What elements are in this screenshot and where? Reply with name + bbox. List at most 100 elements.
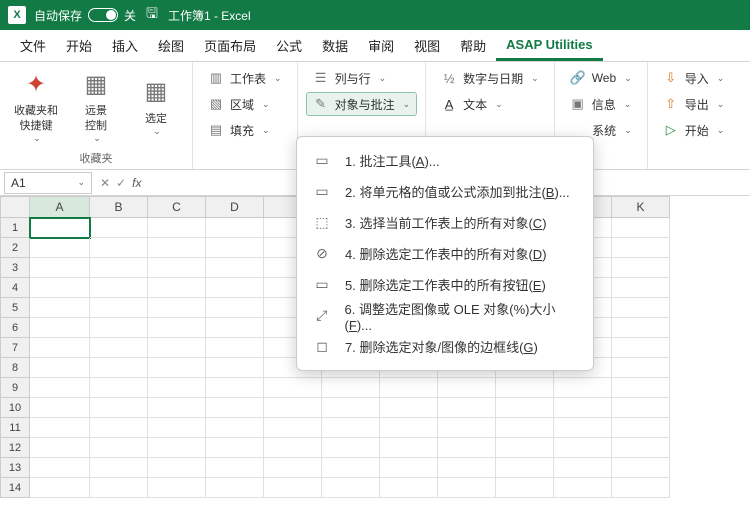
cell[interactable]: [206, 318, 264, 338]
select-all-corner[interactable]: [0, 196, 30, 218]
cell[interactable]: [380, 478, 438, 498]
cell[interactable]: [30, 318, 90, 338]
tab-home[interactable]: 开始: [56, 30, 102, 61]
cell[interactable]: [554, 458, 612, 478]
cell[interactable]: [148, 378, 206, 398]
cell[interactable]: [148, 478, 206, 498]
cell[interactable]: [206, 218, 264, 238]
row-header[interactable]: 7: [0, 338, 30, 358]
fill-button[interactable]: ▤填充⌄: [201, 118, 289, 142]
cell[interactable]: [90, 318, 148, 338]
cell[interactable]: [30, 398, 90, 418]
start-button[interactable]: ▷开始⌄: [656, 118, 732, 142]
tab-draw[interactable]: 绘图: [148, 30, 194, 61]
cell[interactable]: [148, 318, 206, 338]
cell[interactable]: [264, 478, 322, 498]
tab-formulas[interactable]: 公式: [266, 30, 312, 61]
favorites-button[interactable]: ✦收藏夹和 快捷键⌄: [8, 66, 64, 148]
dropdown-item[interactable]: ◻7. 删除选定对象/图像的边框线(G): [297, 331, 593, 362]
cell[interactable]: [612, 358, 670, 378]
cell[interactable]: [554, 398, 612, 418]
cell[interactable]: [322, 478, 380, 498]
cell[interactable]: [554, 438, 612, 458]
cell[interactable]: [612, 298, 670, 318]
cell[interactable]: [612, 318, 670, 338]
cell[interactable]: [30, 218, 90, 238]
tab-file[interactable]: 文件: [10, 30, 56, 61]
cell[interactable]: [30, 478, 90, 498]
cell[interactable]: [380, 398, 438, 418]
web-button[interactable]: 🔗Web⌄: [563, 66, 639, 90]
cell[interactable]: [496, 438, 554, 458]
dropdown-item[interactable]: ▭2. 将单元格的值或公式添加到批注(B)...: [297, 176, 593, 207]
column-header[interactable]: A: [30, 196, 90, 218]
toggle-switch[interactable]: [88, 8, 118, 22]
row-header[interactable]: 12: [0, 438, 30, 458]
cell[interactable]: [554, 378, 612, 398]
cell[interactable]: [264, 458, 322, 478]
row-header[interactable]: 1: [0, 218, 30, 238]
cell[interactable]: [496, 398, 554, 418]
cell[interactable]: [496, 458, 554, 478]
cell[interactable]: [264, 398, 322, 418]
cell[interactable]: [148, 278, 206, 298]
column-header[interactable]: B: [90, 196, 148, 218]
export-button[interactable]: ⇧导出⌄: [656, 92, 732, 116]
cell[interactable]: [438, 458, 496, 478]
row-header[interactable]: 10: [0, 398, 30, 418]
info-button[interactable]: ▣信息⌄: [563, 92, 639, 116]
cell[interactable]: [30, 258, 90, 278]
cell[interactable]: [438, 378, 496, 398]
cell[interactable]: [30, 338, 90, 358]
cell[interactable]: [206, 258, 264, 278]
column-header[interactable]: K: [612, 196, 670, 218]
cell[interactable]: [90, 238, 148, 258]
cell[interactable]: [612, 438, 670, 458]
tab-view[interactable]: 视图: [404, 30, 450, 61]
cell[interactable]: [148, 458, 206, 478]
cell[interactable]: [206, 478, 264, 498]
cell[interactable]: [496, 378, 554, 398]
cell[interactable]: [30, 298, 90, 318]
cell[interactable]: [322, 458, 380, 478]
tab-layout[interactable]: 页面布局: [194, 30, 266, 61]
cell[interactable]: [30, 358, 90, 378]
cell[interactable]: [612, 278, 670, 298]
cell[interactable]: [612, 398, 670, 418]
cell[interactable]: [148, 238, 206, 258]
cell[interactable]: [148, 438, 206, 458]
cell[interactable]: [206, 438, 264, 458]
cell[interactable]: [90, 438, 148, 458]
cell[interactable]: [264, 438, 322, 458]
fx-icon[interactable]: fx: [132, 176, 141, 190]
row-header[interactable]: 9: [0, 378, 30, 398]
cell[interactable]: [30, 458, 90, 478]
cell[interactable]: [90, 218, 148, 238]
cell[interactable]: [612, 378, 670, 398]
cell[interactable]: [148, 338, 206, 358]
import-button[interactable]: ⇩导入⌄: [656, 66, 732, 90]
objects-comments-button[interactable]: ✎对象与批注⌄: [306, 92, 418, 116]
cell[interactable]: [380, 418, 438, 438]
cell[interactable]: [206, 358, 264, 378]
cell[interactable]: [206, 238, 264, 258]
cell[interactable]: [30, 418, 90, 438]
row-header[interactable]: 13: [0, 458, 30, 478]
row-header[interactable]: 14: [0, 478, 30, 498]
cell[interactable]: [322, 398, 380, 418]
cell[interactable]: [30, 238, 90, 258]
dropdown-item[interactable]: ▭1. 批注工具(A)...: [297, 145, 593, 176]
tab-help[interactable]: 帮助: [450, 30, 496, 61]
cell[interactable]: [206, 338, 264, 358]
numbers-dates-button[interactable]: ½数字与日期⌄: [434, 66, 546, 90]
row-header[interactable]: 8: [0, 358, 30, 378]
cell[interactable]: [90, 418, 148, 438]
tab-insert[interactable]: 插入: [102, 30, 148, 61]
worksheet-button[interactable]: ▥工作表⌄: [201, 66, 289, 90]
dropdown-item[interactable]: ▭5. 删除选定工作表中的所有按钮(E): [297, 269, 593, 300]
select-button[interactable]: ▦选定⌄: [128, 66, 184, 148]
row-header[interactable]: 4: [0, 278, 30, 298]
cell[interactable]: [148, 258, 206, 278]
cell[interactable]: [612, 418, 670, 438]
cell[interactable]: [30, 278, 90, 298]
